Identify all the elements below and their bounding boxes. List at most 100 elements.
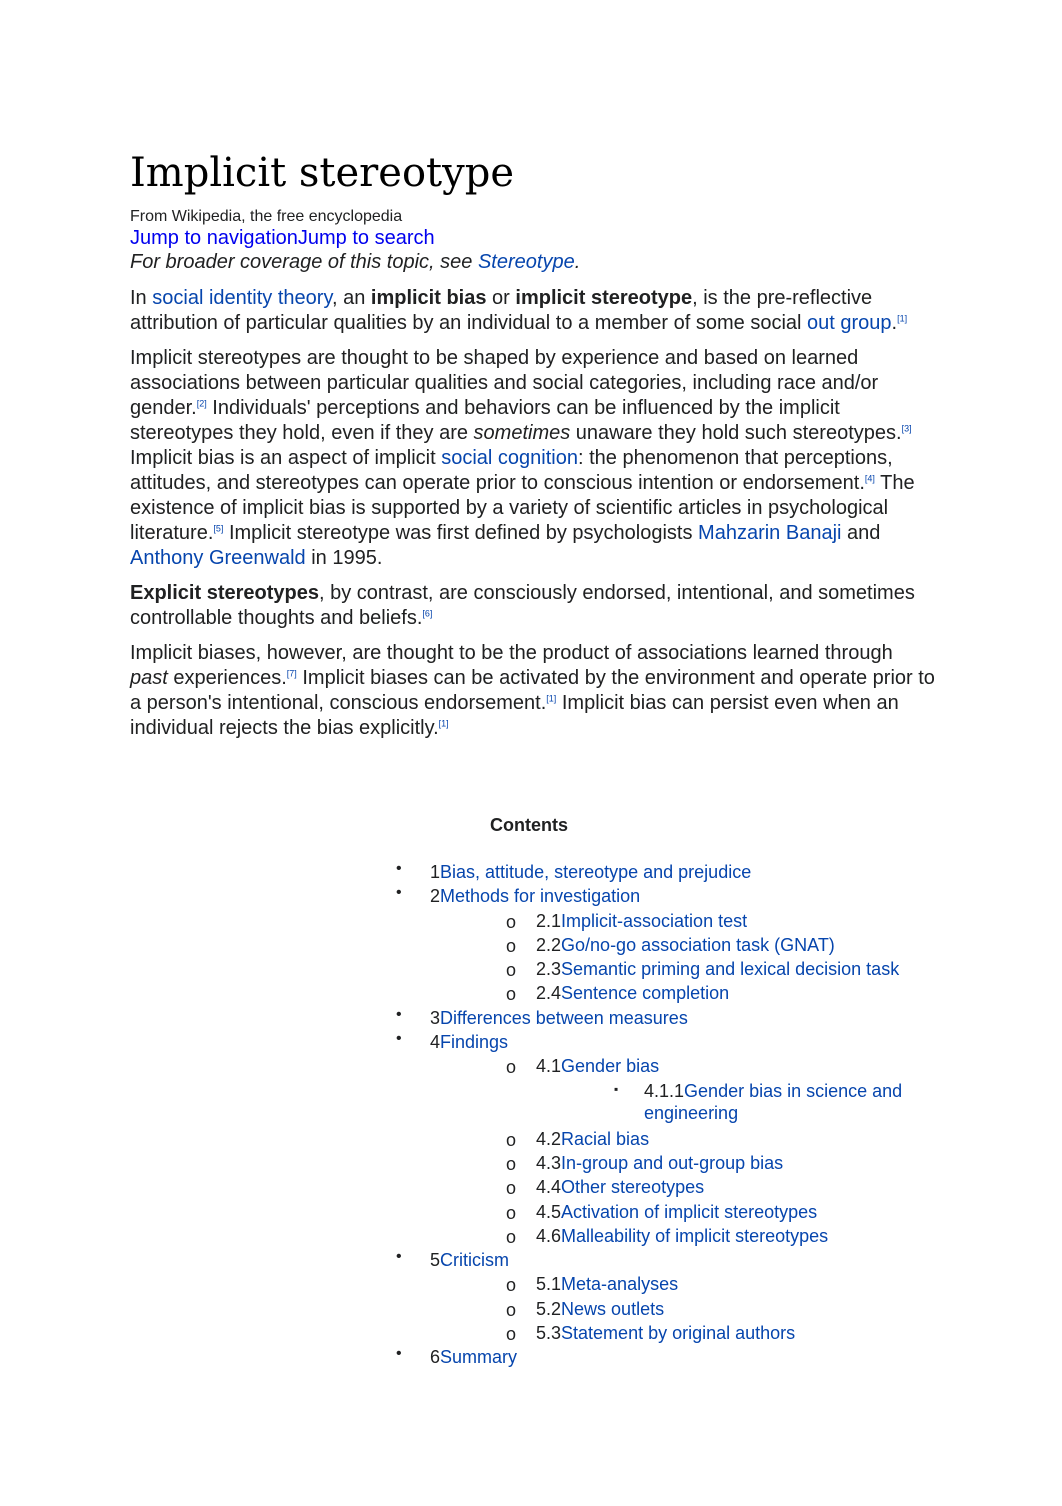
citation-link[interactable]: [7]	[287, 668, 297, 678]
table-of-contents: Contents • 1Bias, attitude, stereotype an…	[130, 815, 936, 1367]
citation-link[interactable]: [1]	[897, 313, 907, 323]
hatnote: For broader coverage of this topic, see …	[130, 250, 936, 275]
citation-link[interactable]: [2]	[197, 398, 207, 408]
wiki-link[interactable]: social cognition	[441, 447, 578, 469]
paragraph: Implicit biases, however, are thought to…	[130, 641, 936, 741]
bullet-icon: o	[506, 984, 517, 1005]
toc-link[interactable]: Malleability of implicit stereotypes	[561, 1226, 828, 1246]
citation-link[interactable]: [1]	[439, 718, 449, 728]
bullet-icon: o	[506, 1057, 517, 1078]
bullet-icon: o	[506, 1226, 517, 1247]
toc-number: 2.3	[536, 959, 562, 980]
text: .	[574, 251, 581, 273]
text: , an	[331, 287, 371, 309]
toc-number: 2.1	[536, 910, 562, 931]
citation-link[interactable]: [1]	[546, 693, 556, 703]
toc-number: 5.1	[536, 1274, 562, 1295]
toc-link[interactable]: Activation of implicit stereotypes	[561, 1202, 817, 1222]
bullet-icon: o	[506, 1178, 517, 1199]
text: or	[486, 287, 516, 309]
toc-item[interactable]: • 5Criticism	[130, 1248, 936, 1273]
wiki-link[interactable]: social identity theory	[152, 287, 332, 309]
toc-item[interactable]: o 4.2Racial bias	[130, 1128, 936, 1152]
toc-number: 4.3	[536, 1152, 562, 1173]
italic-text: past	[130, 667, 168, 689]
citation-link[interactable]: [4]	[865, 473, 875, 483]
toc-link[interactable]: Gender bias in science and	[684, 1081, 902, 1101]
toc-number: 4.6	[536, 1225, 562, 1246]
toc-link[interactable]: Methods for investigation	[440, 886, 640, 906]
toc-item[interactable]: o 4.1Gender bias	[130, 1055, 936, 1079]
citation-link[interactable]: [3]	[902, 423, 912, 433]
article-body: In social identity theory, an implicit b…	[130, 286, 936, 741]
toc-link[interactable]: Meta-analyses	[561, 1274, 678, 1294]
text: Implicit biases, however, are thought to…	[130, 642, 893, 664]
toc-link[interactable]: Differences between measures	[440, 1008, 688, 1028]
bullet-icon: o	[506, 1275, 517, 1296]
toc-item[interactable]: • 2Methods for investigation	[130, 884, 936, 909]
toc-link[interactable]: Go/no-go association task (GNAT)	[561, 935, 835, 955]
toc-link[interactable]: Statement by original authors	[561, 1323, 795, 1343]
article: Implicit stereotype From Wikipedia, the …	[130, 148, 936, 751]
toc-link[interactable]: Sentence completion	[561, 983, 729, 1003]
jump-to-navigation-link[interactable]: Jump to navigation	[130, 227, 298, 249]
bullet-icon: o	[506, 935, 517, 956]
bullet-icon: •	[396, 1248, 402, 1266]
toc-item[interactable]: o 5.2News outlets	[130, 1298, 936, 1322]
toc-item[interactable]: ▪ 4.1.1Gender bias in science and engineer…	[130, 1080, 936, 1128]
wiki-link[interactable]: out group	[807, 312, 892, 334]
toc-link[interactable]: News outlets	[561, 1299, 664, 1319]
toc-item[interactable]: o 2.2Go/no-go association task (GNAT)	[130, 934, 936, 958]
toc-item[interactable]: o 2.3Semantic priming and lexical decisio…	[130, 958, 936, 982]
citation-link[interactable]: [5]	[213, 523, 223, 533]
toc-link[interactable]: Criticism	[440, 1250, 509, 1270]
bullet-icon: •	[396, 1005, 402, 1023]
toc-number: 6	[430, 1347, 441, 1368]
wiki-link[interactable]: Stereotype	[478, 251, 575, 273]
toc-link[interactable]: Summary	[440, 1347, 517, 1367]
toc-number: 4.5	[536, 1201, 562, 1222]
jump-links: Jump to navigationJump to search	[130, 226, 936, 250]
toc-item[interactable]: o 4.5Activation of implicit stereotypes	[130, 1201, 936, 1225]
text: Implicit bias is an aspect of implicit	[130, 447, 442, 469]
toc-link[interactable]: In-group and out-group bias	[561, 1153, 783, 1173]
wiki-link[interactable]: Mahzarin Banaji	[698, 522, 841, 544]
toc-item[interactable]: o 2.4Sentence completion	[130, 982, 936, 1006]
bullet-icon: o	[506, 1129, 517, 1150]
bullet-icon: o	[506, 1202, 517, 1223]
toc-number: 4.2	[536, 1128, 562, 1149]
text: experiences.	[167, 667, 287, 689]
italic-text: sometimes	[473, 422, 571, 444]
toc-link[interactable]: Findings	[440, 1032, 508, 1052]
bullet-icon: o	[506, 1324, 517, 1345]
jump-to-search-link[interactable]: Jump to search	[298, 227, 435, 249]
toc-number: 4.1	[536, 1056, 562, 1077]
toc-link-continued[interactable]: engineering	[644, 1103, 738, 1123]
toc-number: 2.2	[536, 934, 562, 955]
toc-item[interactable]: o 5.1Meta-analyses	[130, 1273, 936, 1297]
toc-link[interactable]: Gender bias	[561, 1056, 659, 1076]
bullet-icon: o	[506, 911, 517, 932]
toc-link[interactable]: Racial bias	[561, 1129, 649, 1149]
toc-item[interactable]: o 4.4Other stereotypes	[130, 1176, 936, 1200]
toc-item[interactable]: • 3Differences between measures	[130, 1006, 936, 1031]
toc-item[interactable]: • 1Bias, attitude, stereotype and prejudi…	[130, 860, 936, 885]
toc-number: 1	[430, 862, 441, 882]
toc-item[interactable]: o 4.3In-group and out-group bias	[130, 1152, 936, 1176]
toc-link[interactable]: Bias, attitude, stereotype and prejudice	[440, 862, 751, 882]
toc-list: • 1Bias, attitude, stereotype and prejudi…	[130, 860, 936, 1371]
wiki-link[interactable]: Anthony Greenwald	[130, 547, 306, 569]
bold-term: implicit stereotype	[515, 287, 693, 309]
toc-item[interactable]: o 2.1Implicit-association test	[130, 910, 936, 934]
bullet-icon: •	[396, 860, 402, 877]
toc-item[interactable]: • 4Findings	[130, 1030, 936, 1055]
paragraph: In social identity theory, an implicit b…	[130, 286, 936, 336]
toc-link[interactable]: Semantic priming and lexical decision ta…	[561, 959, 899, 979]
toc-link[interactable]: Implicit-association test	[561, 911, 747, 931]
toc-item[interactable]: o 5.3Statement by original authors	[130, 1322, 936, 1346]
paragraph: Explicit stereotypes, by contrast, are c…	[130, 581, 936, 631]
toc-link[interactable]: Other stereotypes	[561, 1177, 704, 1197]
toc-item[interactable]: • 6Summary	[130, 1345, 936, 1370]
citation-link[interactable]: [6]	[422, 608, 432, 618]
toc-item[interactable]: o 4.6Malleability of implicit stereotypes	[130, 1225, 936, 1249]
